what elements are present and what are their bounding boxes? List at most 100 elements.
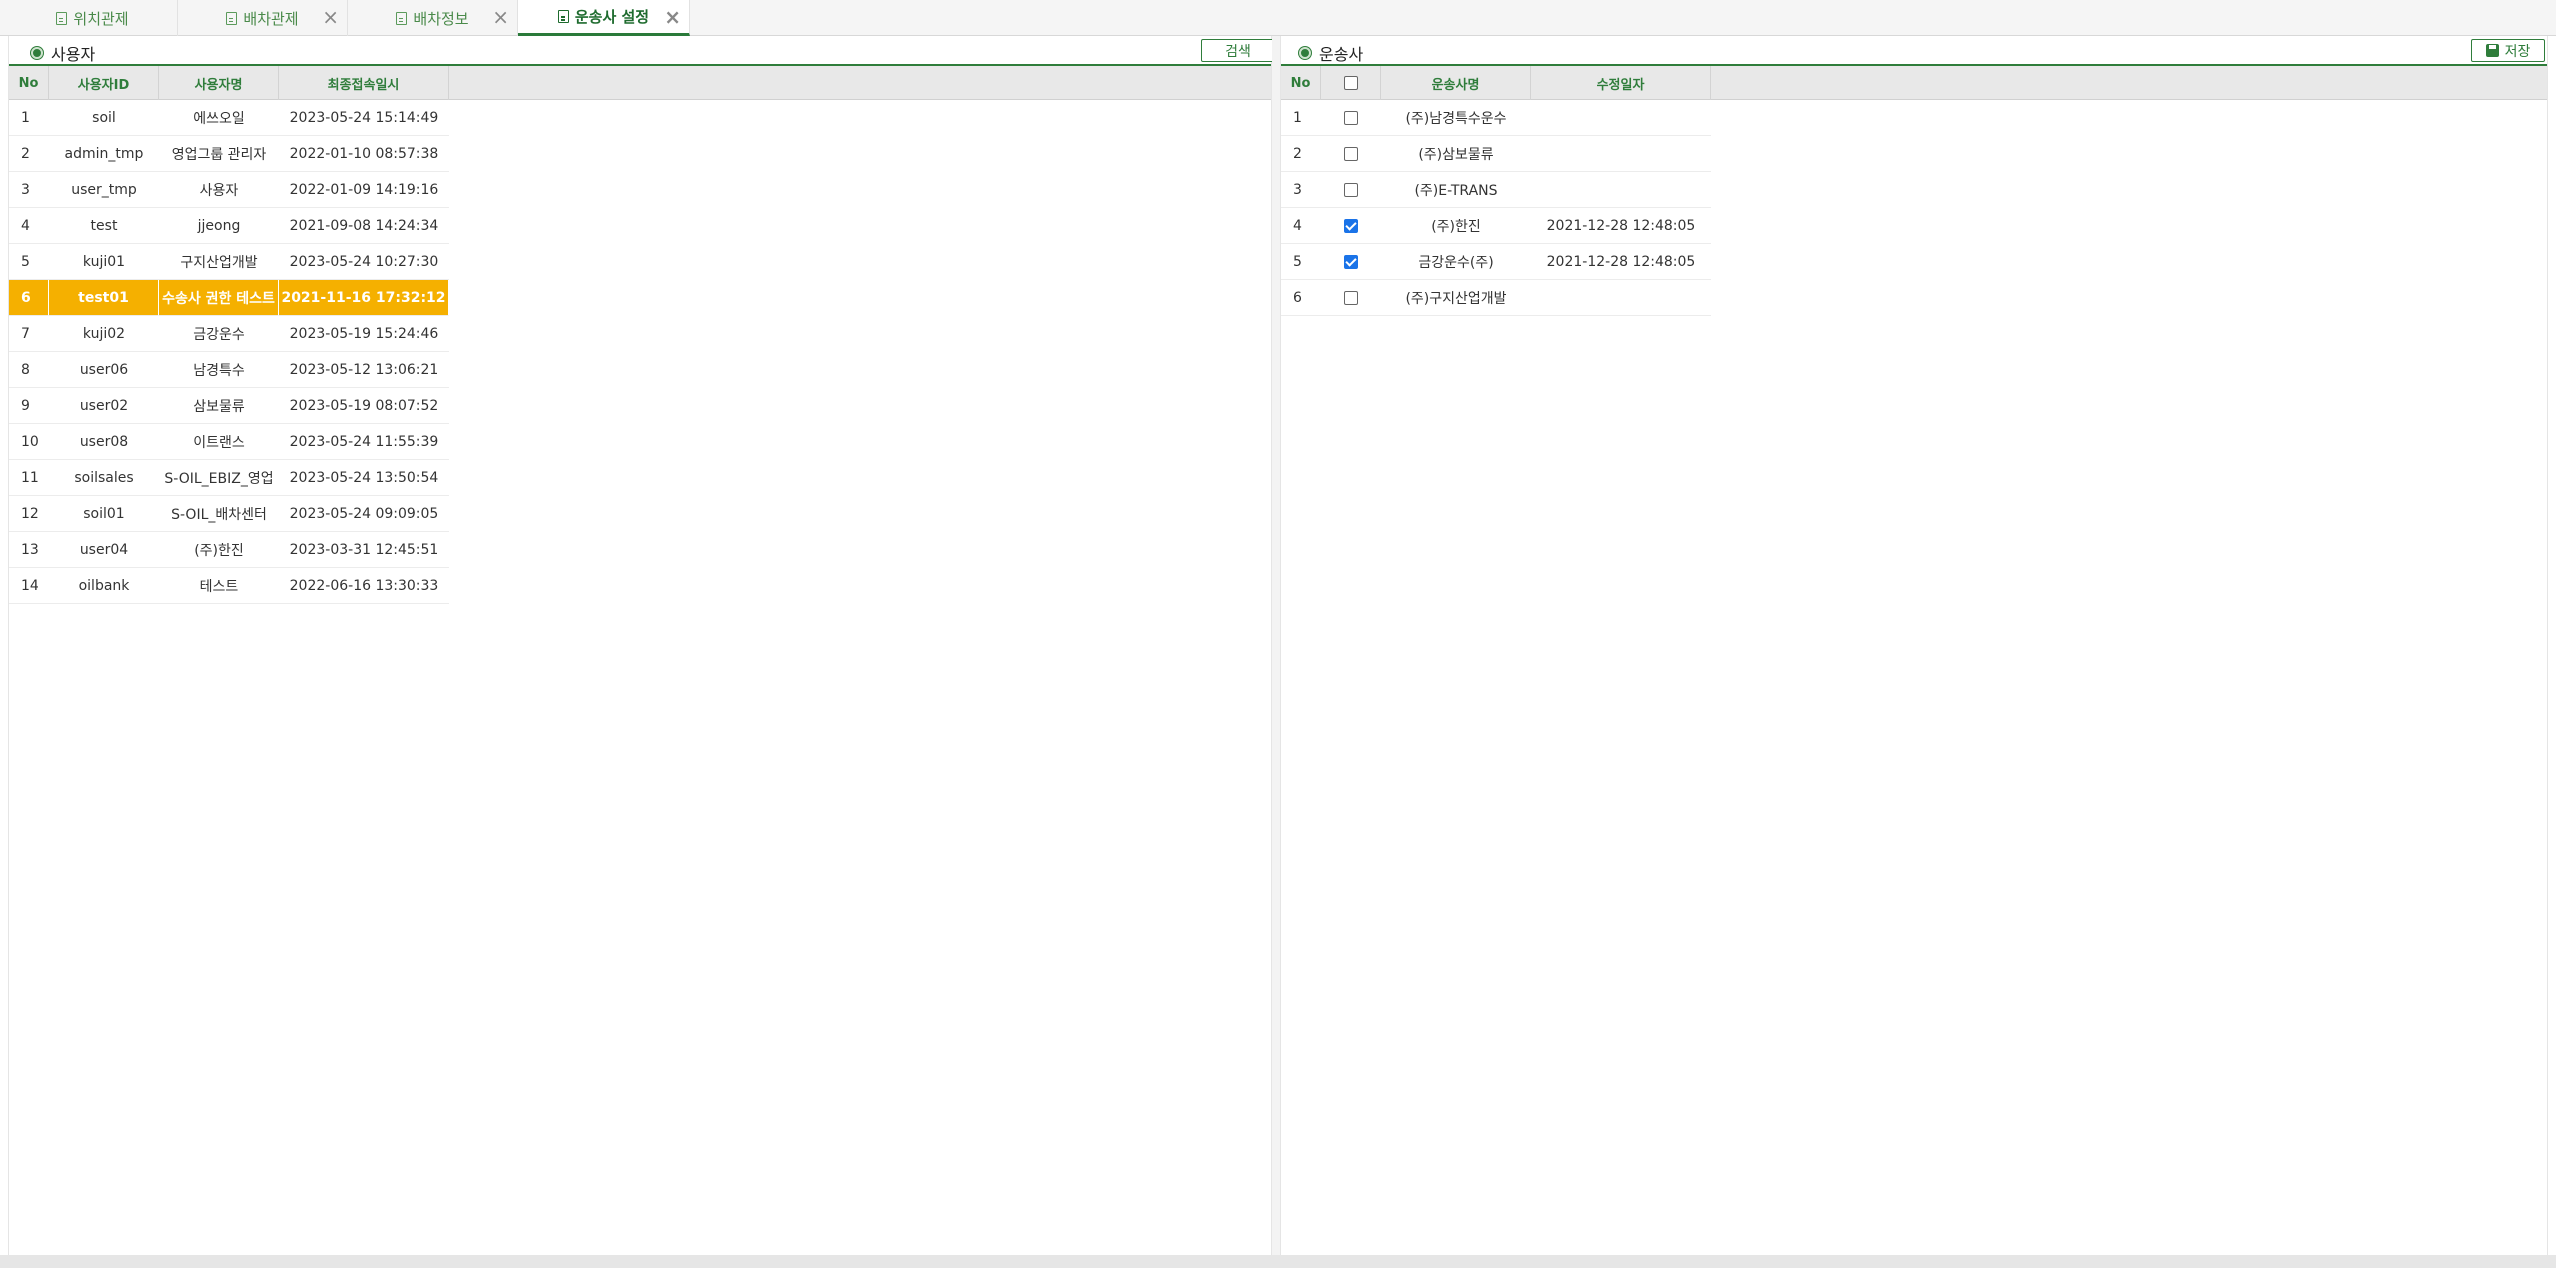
cell-modified-date: 2021-12-28 12:48:05 — [1531, 244, 1711, 280]
cell-modified-date — [1531, 136, 1711, 172]
cell-name: 금강운수 — [159, 316, 279, 352]
cell-no: 13 — [9, 532, 49, 568]
tab-label: 위치관제 — [73, 9, 129, 28]
tab-location-control[interactable]: 위치관제 — [8, 0, 178, 36]
cell-no: 2 — [9, 136, 49, 172]
close-icon[interactable]: × — [322, 7, 339, 27]
cell-modified-date: 2021-12-28 12:48:05 — [1531, 208, 1711, 244]
cell-no: 12 — [9, 496, 49, 532]
cell-modified-date — [1531, 172, 1711, 208]
bullet-icon — [31, 47, 43, 59]
column-header-modified-date[interactable]: 수정일자 — [1531, 66, 1711, 100]
cell-name: 구지산업개발 — [159, 244, 279, 280]
cell-modified-date — [1531, 100, 1711, 136]
cell-carrier-name: 금강운수(주) — [1381, 244, 1531, 280]
tab-carrier-settings[interactable]: 운송사 설정 × — [518, 0, 690, 36]
row-checkbox[interactable] — [1344, 254, 1358, 269]
select-all-checkbox[interactable] — [1343, 76, 1358, 90]
cell-last: 2021-09-08 14:24:34 — [279, 208, 449, 244]
search-button[interactable]: 검색 — [1201, 39, 1275, 62]
save-button[interactable]: 저장 — [2471, 39, 2545, 62]
carrier-panel-title: 운송사 — [1319, 45, 1364, 64]
carrier-panel: 운송사 저장 No 운송사명 수정일자 1 (주)남경특수운수 2 (주)삼보물류 3 (… — [1280, 36, 2548, 1256]
cell-name: S-OIL_배차센터 — [159, 496, 279, 532]
cell-name: 사용자 — [159, 172, 279, 208]
table-row[interactable]: 1 (주)남경특수운수 — [1281, 100, 1711, 136]
cell-name: 남경특수 — [159, 352, 279, 388]
cell-name: jjeong — [159, 208, 279, 244]
tab-label: 배차정보 — [413, 9, 469, 28]
table-row[interactable]: 2 admin_tmp 영업그룹 관리자 2022-01-10 08:57:38 — [9, 136, 449, 172]
cell-last: 2023-03-31 12:45:51 — [279, 532, 449, 568]
horizontal-scrollbar[interactable] — [0, 1255, 2556, 1268]
cell-modified-date — [1531, 280, 1711, 316]
cell-no: 7 — [9, 316, 49, 352]
cell-last: 2023-05-24 09:09:05 — [279, 496, 449, 532]
tab-bar: 위치관제 배차관제 × 배차정보 × 운송사 설정 × — [0, 0, 2556, 36]
table-row[interactable]: 14 oilbank 테스트 2022-06-16 13:30:33 — [9, 568, 449, 604]
column-header-no[interactable]: No — [9, 66, 49, 100]
cell-checkbox — [1321, 280, 1381, 316]
table-row[interactable]: 8 user06 남경특수 2023-05-12 13:06:21 — [9, 352, 449, 388]
close-icon[interactable]: × — [492, 7, 509, 27]
row-checkbox[interactable] — [1344, 290, 1358, 305]
cell-name: 테스트 — [159, 568, 279, 604]
table-row[interactable]: 4 test jjeong 2021-09-08 14:24:34 — [9, 208, 449, 244]
table-row[interactable]: 3 user_tmp 사용자 2022-01-09 14:19:16 — [9, 172, 449, 208]
table-row[interactable]: 7 kuji02 금강운수 2023-05-19 15:24:46 — [9, 316, 449, 352]
cell-no: 6 — [9, 280, 49, 316]
table-row[interactable]: 5 금강운수(주) 2021-12-28 12:48:05 — [1281, 244, 1711, 280]
table-row[interactable]: 1 soil 에쓰오일 2023-05-24 15:14:49 — [9, 100, 449, 136]
table-row[interactable]: 11 soilsales S-OIL_EBIZ_영업 2023-05-24 13:50… — [9, 460, 449, 496]
row-checkbox[interactable] — [1344, 110, 1358, 125]
table-row[interactable]: 10 user08 이트랜스 2023-05-24 11:55:39 — [9, 424, 449, 460]
cell-name: 수송사 권한 테스트 — [159, 280, 279, 316]
tab-dispatch-control[interactable]: 배차관제 × — [178, 0, 348, 36]
tab-dispatch-info[interactable]: 배차정보 × — [348, 0, 518, 36]
column-header-select-all[interactable] — [1321, 66, 1381, 100]
table-row[interactable]: 2 (주)삼보물류 — [1281, 136, 1711, 172]
column-header-carrier-name[interactable]: 운송사명 — [1381, 66, 1531, 100]
column-header-user-name[interactable]: 사용자명 — [159, 66, 279, 100]
save-button-label: 저장 — [2504, 43, 2531, 60]
cell-no: 5 — [9, 244, 49, 280]
cell-no: 8 — [9, 352, 49, 388]
cell-id: admin_tmp — [49, 136, 159, 172]
cell-id: oilbank — [49, 568, 159, 604]
tab-label: 운송사 설정 — [574, 8, 650, 26]
cell-carrier-name: (주)E-TRANS — [1381, 172, 1531, 208]
user-panel-header: 사용자 검색 — [9, 36, 1275, 66]
column-header-last-login[interactable]: 최종접속일시 — [279, 66, 449, 100]
cell-id: user_tmp — [49, 172, 159, 208]
column-header-user-id[interactable]: 사용자ID — [49, 66, 159, 100]
cell-no: 6 — [1281, 280, 1321, 316]
cell-checkbox — [1321, 172, 1381, 208]
row-checkbox[interactable] — [1344, 182, 1358, 197]
close-icon[interactable]: × — [664, 7, 681, 27]
table-row[interactable]: 13 user04 (주)한진 2023-03-31 12:45:51 — [9, 532, 449, 568]
table-row[interactable]: 4 (주)한진 2021-12-28 12:48:05 — [1281, 208, 1711, 244]
cell-carrier-name: (주)삼보물류 — [1381, 136, 1531, 172]
cell-id: user08 — [49, 424, 159, 460]
save-icon — [2485, 44, 2499, 57]
cell-no: 11 — [9, 460, 49, 496]
row-checkbox[interactable] — [1344, 218, 1358, 233]
cell-no: 14 — [9, 568, 49, 604]
table-row[interactable]: 12 soil01 S-OIL_배차센터 2023-05-24 09:09:05 — [9, 496, 449, 532]
table-row[interactable]: 9 user02 삼보물류 2023-05-19 08:07:52 — [9, 388, 449, 424]
cell-no: 5 — [1281, 244, 1321, 280]
cell-last: 2023-05-24 13:50:54 — [279, 460, 449, 496]
cell-last: 2023-05-19 15:24:46 — [279, 316, 449, 352]
column-header-no[interactable]: No — [1281, 66, 1321, 100]
cell-no: 1 — [9, 100, 49, 136]
table-row[interactable]: 5 kuji01 구지산업개발 2023-05-24 10:27:30 — [9, 244, 449, 280]
table-row[interactable]: 3 (주)E-TRANS — [1281, 172, 1711, 208]
cell-id: soil — [49, 100, 159, 136]
panel-splitter[interactable] — [1272, 36, 1280, 1256]
cell-no: 9 — [9, 388, 49, 424]
table-row[interactable]: 6 test01 수송사 권한 테스트 2021-11-16 17:32:12 — [9, 280, 449, 316]
table-row[interactable]: 6 (주)구지산업개발 — [1281, 280, 1711, 316]
cell-no: 2 — [1281, 136, 1321, 172]
row-checkbox[interactable] — [1344, 146, 1358, 161]
document-icon — [557, 10, 569, 23]
